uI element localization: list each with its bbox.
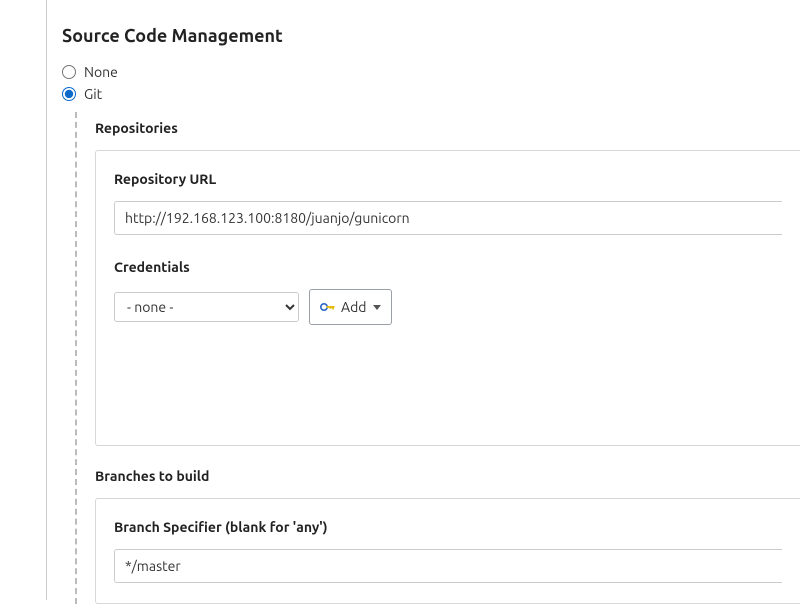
add-button-label: Add bbox=[341, 299, 366, 315]
add-credentials-button[interactable]: Add bbox=[309, 289, 392, 325]
radio-none-label[interactable]: None bbox=[84, 64, 118, 80]
branch-specifier-input[interactable] bbox=[114, 549, 782, 583]
key-icon bbox=[320, 302, 336, 312]
branches-panel: Branch Specifier (blank for 'any') bbox=[95, 498, 800, 604]
scm-option-git[interactable]: Git bbox=[62, 86, 800, 102]
chevron-down-icon bbox=[373, 305, 381, 310]
repo-url-input[interactable] bbox=[114, 201, 782, 235]
radio-git-label[interactable]: Git bbox=[84, 86, 102, 102]
branch-specifier-label: Branch Specifier (blank for 'any') bbox=[114, 519, 782, 535]
credentials-select[interactable]: - none - bbox=[114, 292, 299, 322]
repo-url-label: Repository URL bbox=[114, 171, 782, 187]
section-title: Source Code Management bbox=[62, 26, 800, 46]
scm-option-none[interactable]: None bbox=[62, 64, 800, 80]
repositories-panel: Repository URL Credentials - none - bbox=[95, 150, 800, 446]
radio-none[interactable] bbox=[62, 65, 76, 79]
radio-git[interactable] bbox=[62, 87, 76, 101]
git-config-body: Repositories Repository URL Credentials … bbox=[75, 108, 800, 604]
credentials-label: Credentials bbox=[114, 259, 782, 275]
branches-label: Branches to build bbox=[95, 468, 800, 484]
repositories-label: Repositories bbox=[95, 120, 800, 136]
